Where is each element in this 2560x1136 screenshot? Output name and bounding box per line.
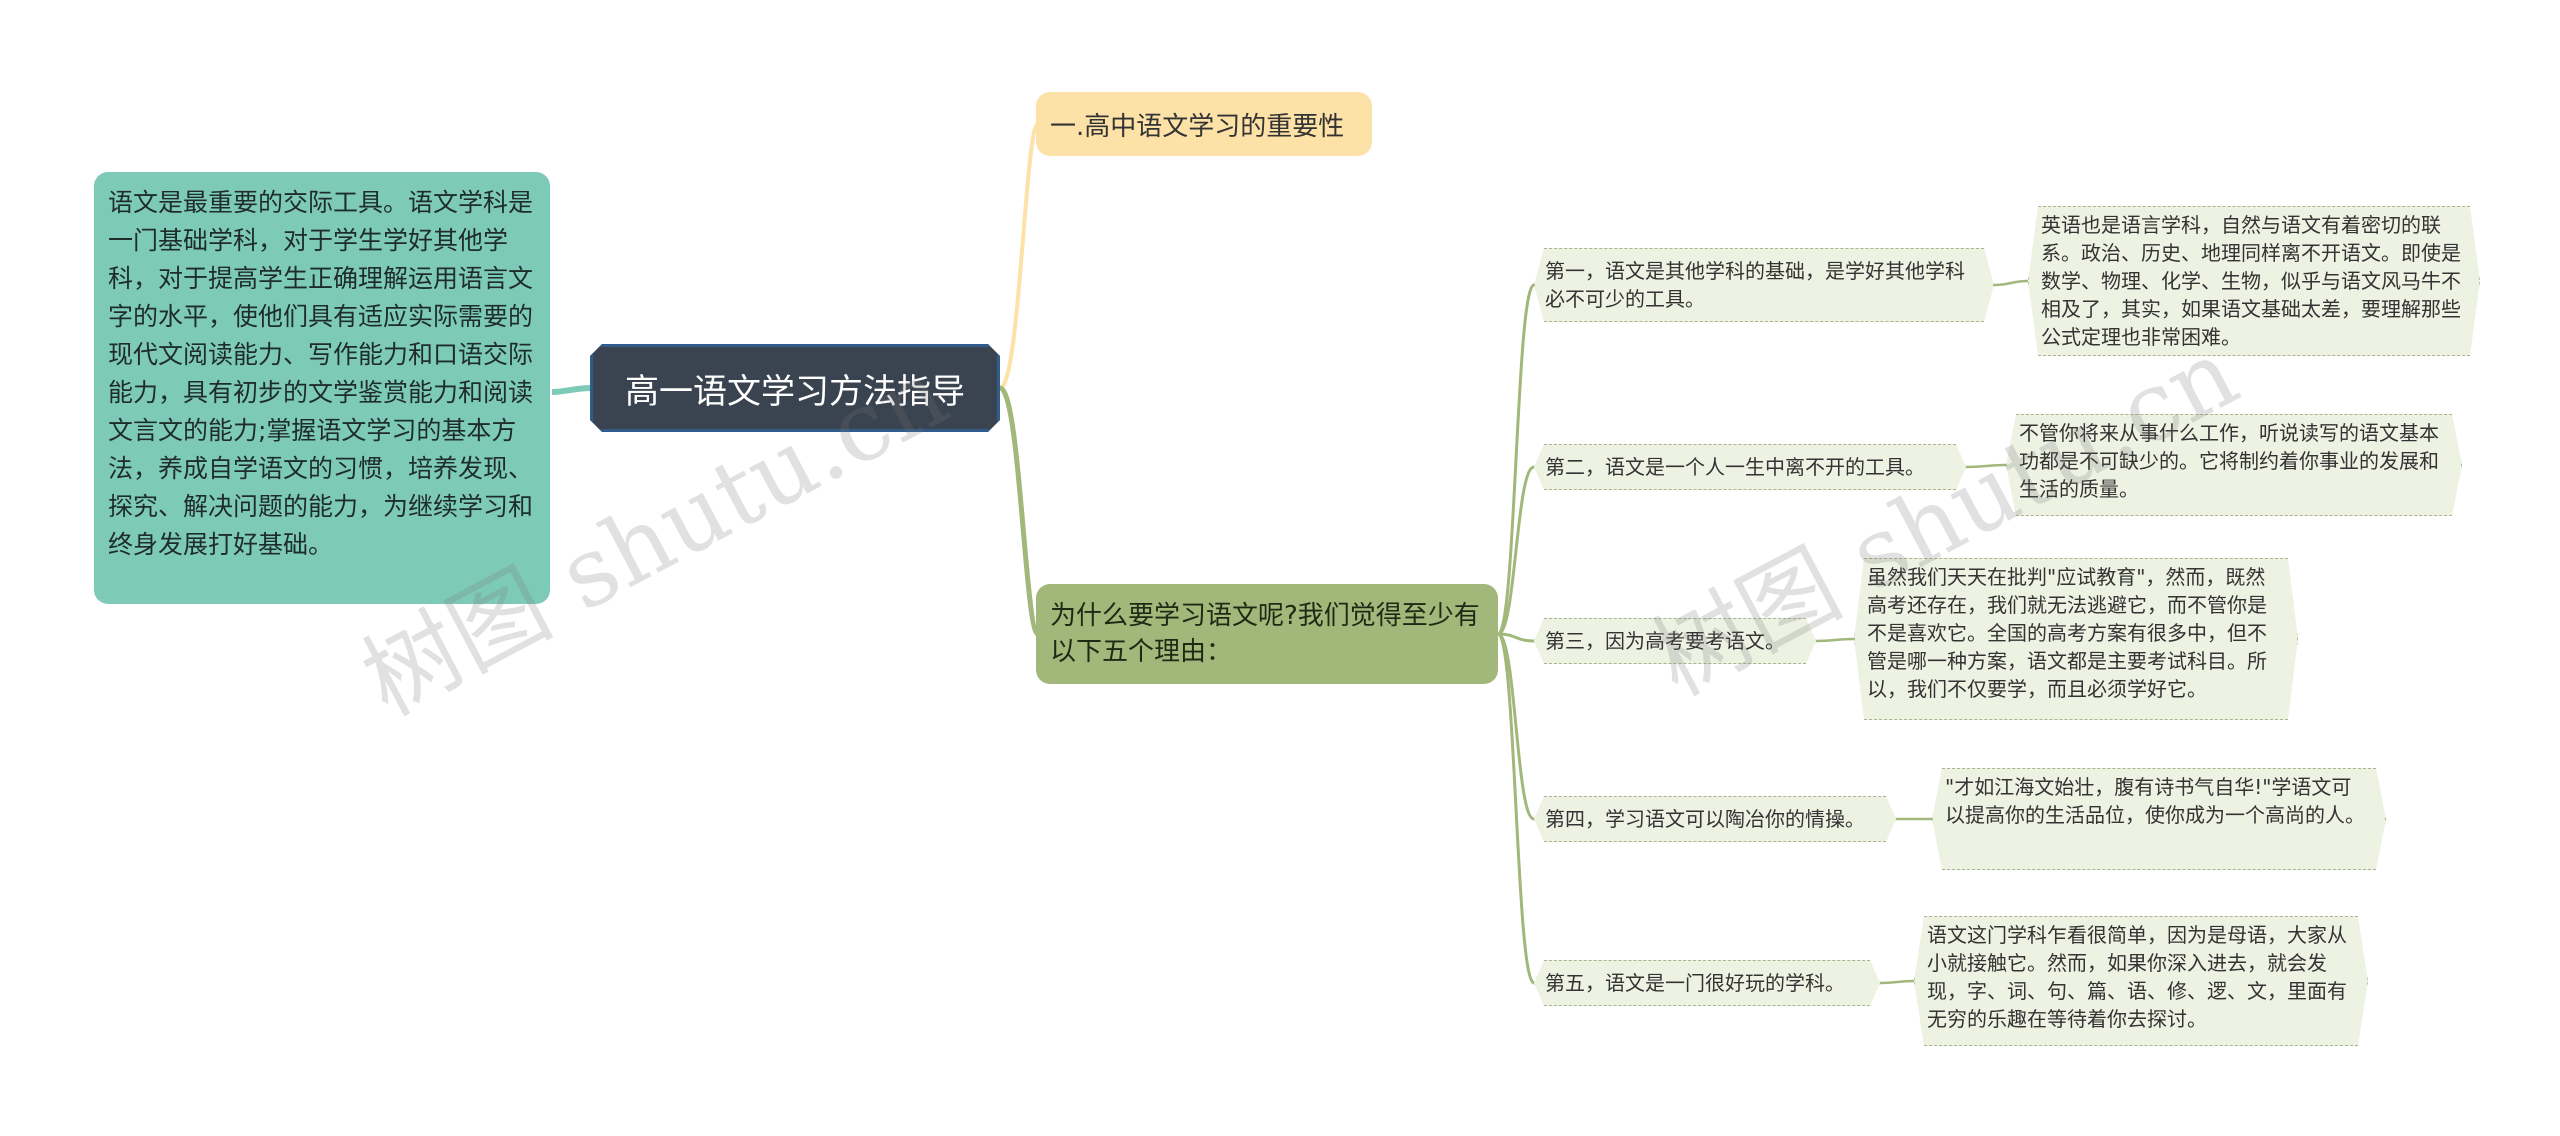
- reason-detail-text: 不管你将来从事什么工作，听说读写的语文基本功都是不可缺少的。它将制约着你事业的发…: [2019, 421, 2439, 501]
- reason-detail-text: 英语也是语言学科，自然与语文有着密切的联系。政治、历史、地理同样离不开语文。即使…: [2041, 213, 2461, 349]
- reason-detail-text: "才如江海文始壮，腹有诗书气自华!"学语文可以提高你的生活品位，使你成为一个高尚…: [1945, 775, 2365, 827]
- link-root-branch1: [998, 122, 1040, 390]
- root-node[interactable]: 高一语文学习方法指导: [590, 344, 1000, 432]
- reason-detail-4[interactable]: "才如江海文始壮，腹有诗书气自华!"学语文可以提高你的生活品位，使你成为一个高尚…: [1932, 768, 2386, 870]
- root-title: 高一语文学习方法指导: [625, 371, 965, 412]
- link-m3-l3: [1815, 637, 1855, 643]
- reason-detail-text: 虽然我们天天在批判"应试教育"，然而，既然高考还存在，我们就无法逃避它，而不管你…: [1867, 565, 2267, 701]
- link-root-left-note: [551, 385, 593, 395]
- reason-detail-3[interactable]: 虽然我们天天在批判"应试教育"，然而，既然高考还存在，我们就无法逃避它，而不管你…: [1854, 558, 2298, 720]
- reason-node-4[interactable]: 第四，学习语文可以陶冶你的情操。: [1534, 796, 1896, 842]
- link-root-branch2: [998, 385, 1041, 637]
- reason-detail-1[interactable]: 英语也是语言学科，自然与语文有着密切的联系。政治、历史、地理同样离不开语文。即使…: [2028, 206, 2480, 356]
- reason-detail-5[interactable]: 语文这门学科乍看很简单，因为是母语，大家从小就接触它。然而，如果你深入进去，就会…: [1914, 916, 2368, 1046]
- link-m5-l5: [1879, 979, 1915, 985]
- reason-label: 第四，学习语文可以陶冶你的情操。: [1545, 807, 1865, 831]
- reason-node-2[interactable]: 第二，语文是一个人一生中离不开的工具。: [1534, 444, 1966, 490]
- reason-node-1[interactable]: 第一，语文是其他学科的基础，是学好其他学科必不可少的工具。: [1534, 248, 1994, 322]
- reason-label: 第一，语文是其他学科的基础，是学好其他学科必不可少的工具。: [1545, 259, 1965, 311]
- link-branch2-m1: [1496, 283, 1536, 636]
- branch2-node[interactable]: 为什么要学习语文呢?我们觉得至少有以下五个理由：: [1036, 584, 1498, 684]
- reason-detail-text: 语文这门学科乍看很简单，因为是母语，大家从小就接触它。然而，如果你深入进去，就会…: [1927, 923, 2347, 1031]
- link-branch2-m2: [1497, 465, 1535, 636]
- reason-label: 第五，语文是一门很好玩的学科。: [1545, 971, 1845, 995]
- reason-node-5[interactable]: 第五，语文是一门很好玩的学科。: [1534, 960, 1880, 1006]
- reason-label: 第二，语文是一个人一生中离不开的工具。: [1545, 455, 1925, 479]
- link-m1-l1: [1993, 279, 2029, 287]
- link-m2-l2: [1965, 463, 2007, 469]
- left-note-text: 语文是最重要的交际工具。语文学科是一门基础学科，对于学生学好其他学科，对于提高学…: [108, 188, 534, 559]
- reason-node-3[interactable]: 第三，因为高考要考语文。: [1534, 618, 1816, 664]
- reason-detail-2[interactable]: 不管你将来从事什么工作，听说读写的语文基本功都是不可缺少的。它将制约着你事业的发…: [2006, 414, 2462, 516]
- reason-label: 第三，因为高考要考语文。: [1545, 629, 1785, 653]
- branch2-title: 为什么要学习语文呢?我们觉得至少有以下五个理由：: [1050, 601, 1480, 667]
- branch1-node[interactable]: 一.高中语文学习的重要性: [1036, 92, 1372, 156]
- left-note[interactable]: 语文是最重要的交际工具。语文学科是一门基础学科，对于学生学好其他学科，对于提高学…: [94, 172, 550, 604]
- branch1-title: 一.高中语文学习的重要性: [1050, 111, 1345, 142]
